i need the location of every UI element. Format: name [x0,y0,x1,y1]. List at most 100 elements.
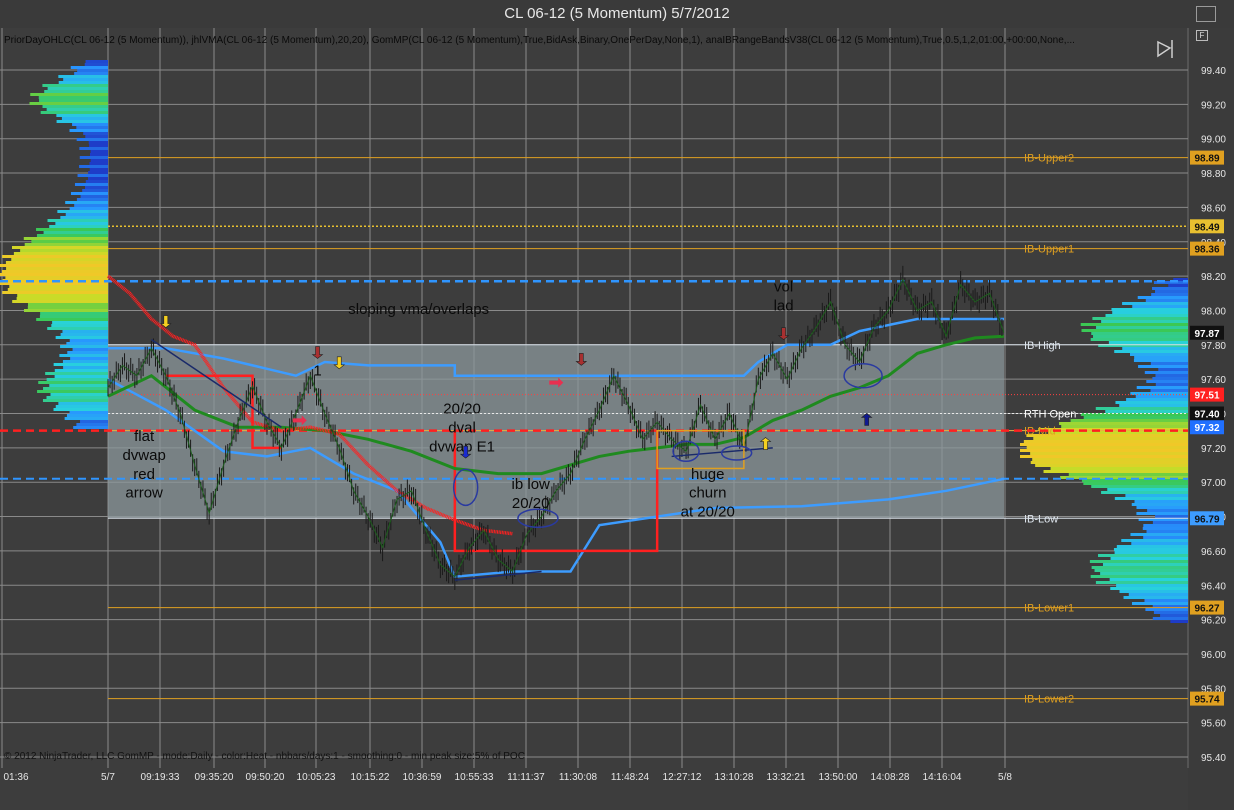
price-tag: 98.49 [1194,222,1219,233]
profile-bar-right [1026,446,1188,449]
profile-bar-right [1143,536,1188,539]
profile-bar-right [1133,359,1188,362]
profile-bar-right [1116,545,1188,548]
x-tick-label: 09:35:20 [195,772,234,783]
price-tag: 97.40 [1194,410,1219,421]
profile-bar-right [1112,311,1188,314]
annotation-text: arrow [125,485,163,502]
profile-bar-left [69,129,108,132]
profile-bar-left [29,102,109,105]
annotation-text: vol [774,279,793,296]
profile-bar-right [1134,500,1188,503]
profile-bar-right [1147,509,1188,512]
profile-bar-left [46,378,108,381]
profile-bar-left [69,207,108,210]
profile-bar-left [79,156,108,159]
profile-bar-right [1023,440,1188,443]
profile-bar-left [36,228,109,231]
profile-bar-left [6,267,109,270]
profile-bar-left [90,159,108,162]
profile-bar-right [1035,464,1188,467]
profile-bar-right [1168,284,1188,287]
x-tick-label: 14:16:04 [923,772,962,783]
profile-bar-left [66,342,108,345]
profile-bar-left [62,360,108,363]
profile-bar-left [52,321,108,324]
f-button[interactable]: F [1196,30,1208,41]
level-label: IB-Upper1 [1024,244,1074,256]
footer-copyright: © 2012 NinjaTrader, LLC GomMP - mode:Dai… [4,751,525,762]
profile-bar-right [1136,506,1188,509]
profile-bar-left [58,75,108,78]
profile-bar-right [1143,524,1188,527]
profile-bar-right [1113,548,1188,551]
profile-bar-right [1096,326,1188,329]
profile-bar-left [65,201,108,204]
profile-bar-left [23,237,109,240]
profile-bar-left [16,297,108,300]
profile-bar-left [74,72,108,75]
profile-bar-left [88,171,108,174]
y-tick-label: 97.80 [1201,341,1226,352]
profile-bar-left [80,420,108,423]
profile-bar-left [72,348,108,351]
profile-bar-left [47,219,108,222]
profile-bar-right [1111,308,1188,311]
profile-bar-left [53,363,108,366]
profile-bar-left [66,414,108,417]
profile-bar-left [79,165,108,168]
profile-bar-right [1090,575,1188,578]
price-tag: 97.87 [1194,329,1219,340]
profile-bar-left [39,99,109,102]
profile-bar-left [27,303,108,306]
profile-bar-right [1050,467,1188,470]
profile-bar-right [1105,314,1188,317]
level-label: IB-Lower2 [1024,694,1074,706]
profile-bar-left [76,138,108,141]
profile-bar-right [1100,572,1188,575]
profile-bar-left [83,132,108,135]
price-tag: 98.36 [1194,245,1219,256]
profile-bar-left [46,396,108,399]
profile-bar-left [62,330,108,333]
profile-bar-left [0,273,108,276]
window-title-bar: CL 06-12 (5 Momentum) 5/7/2012 [0,0,1234,28]
profile-bar-right [1107,488,1188,491]
profile-bar-right [1095,407,1188,410]
profile-bar-left [85,135,108,138]
profile-bar-left [69,339,108,342]
profile-bar-right [1059,422,1188,425]
level-label: IB-High [1024,340,1061,352]
profile-bar-left [0,264,108,267]
profile-bar-left [1,270,109,273]
x-tick-label: 10:55:33 [455,772,494,783]
profile-bar-left [63,366,108,369]
profile-bar-left [76,126,108,129]
profile-bar-right [1108,341,1188,344]
window-button[interactable] [1196,6,1216,22]
profile-bar-right [1114,497,1188,500]
profile-bar-left [55,222,108,225]
profile-bar-left [69,411,108,414]
annotation-text: 1 [313,363,321,380]
profile-bar-right [1125,494,1188,497]
profile-bar-right [1020,443,1188,446]
price-tag: 97.51 [1194,391,1219,402]
price-tag: 97.32 [1194,423,1219,434]
profile-bar-left [42,399,108,402]
profile-bar-left [60,333,108,336]
x-tick-label: 01:36 [3,772,28,783]
profile-bar-left [54,369,108,372]
profile-bar-right [1119,404,1188,407]
profile-bar-right [1160,614,1188,617]
profile-bar-left [46,108,108,111]
profile-bar-right [1130,533,1188,536]
price-chart[interactable]: IB-Upper2IB-Upper1IB-HighRTH OpenIB-MidI… [0,28,1234,810]
profile-bar-left [89,168,108,171]
price-tag: 96.27 [1194,604,1219,615]
annotation-text: flat [134,428,155,445]
profile-bar-right [1061,425,1188,428]
profile-bar-right [1115,401,1188,404]
profile-bar-left [58,402,108,405]
profile-bar-left [43,387,108,390]
